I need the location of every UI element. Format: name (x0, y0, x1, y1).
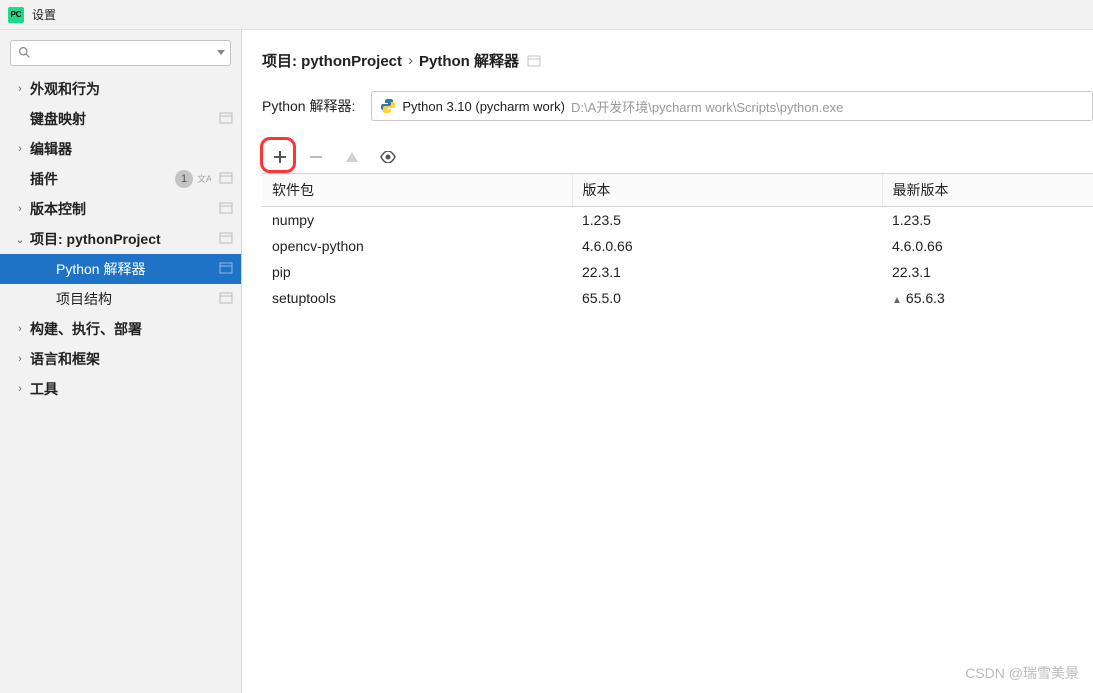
sidebar-item-8[interactable]: › 构建、执行、部署 (0, 314, 241, 344)
sidebar-item-label: 版本控制 (30, 199, 215, 219)
table-row[interactable]: setuptools65.5.0▲65.6.3 (262, 285, 1093, 311)
chevron-icon: › (14, 353, 26, 365)
badge: 1 (175, 170, 193, 188)
project-scope-icon (215, 291, 233, 308)
cell-latest: ▲65.6.3 (882, 285, 1093, 311)
sidebar-item-label: 工具 (30, 379, 233, 399)
cell-package: setuptools (262, 285, 572, 311)
breadcrumb-page: Python 解释器 (419, 50, 519, 71)
main-panel: 项目: pythonProject › Python 解释器 Python 解释… (242, 30, 1093, 693)
breadcrumb: 项目: pythonProject › Python 解释器 (262, 50, 1093, 71)
project-scope-icon (215, 231, 233, 248)
table-row[interactable]: pip22.3.122.3.1 (262, 259, 1093, 285)
sidebar-item-1[interactable]: 键盘映射 (0, 104, 241, 134)
chevron-icon: › (14, 323, 26, 335)
sidebar-item-label: 键盘映射 (30, 109, 215, 129)
interpreter-path: D:\A开发环境\pycharm work\Scripts\python.exe (571, 97, 843, 116)
sidebar-item-label: 编辑器 (30, 139, 233, 159)
breadcrumb-project: 项目: pythonProject (262, 50, 402, 71)
watermark: CSDN @瑞雪美景 (965, 663, 1079, 683)
sidebar-item-6[interactable]: Python 解释器 (0, 254, 241, 284)
interpreter-dropdown[interactable]: Python 3.10 (pycharm work) D:\A开发环境\pych… (371, 91, 1093, 121)
language-icon: 文A (197, 171, 215, 188)
sidebar-item-4[interactable]: › 版本控制 (0, 194, 241, 224)
sidebar-item-10[interactable]: › 工具 (0, 374, 241, 404)
chevron-icon: ⌄ (14, 233, 26, 246)
cell-package: numpy (262, 207, 572, 234)
window-title: 设置 (32, 6, 56, 23)
col-package[interactable]: 软件包 (262, 174, 572, 207)
cell-version: 4.6.0.66 (572, 233, 882, 259)
package-table-wrap: 软件包 版本 最新版本 numpy1.23.51.23.5opencv-pyth… (262, 173, 1093, 693)
cell-version: 22.3.1 (572, 259, 882, 285)
project-scope-icon (527, 54, 541, 68)
sidebar-item-9[interactable]: › 语言和框架 (0, 344, 241, 374)
sidebar-item-label: 项目: pythonProject (30, 229, 215, 249)
sidebar-item-label: 语言和框架 (30, 349, 233, 369)
project-scope-icon (215, 201, 233, 218)
sidebar-item-3[interactable]: 插件1 文A (0, 164, 241, 194)
interpreter-row: Python 解释器: Python 3.10 (pycharm work) D… (262, 91, 1093, 121)
col-latest[interactable]: 最新版本 (882, 174, 1093, 207)
sidebar-item-2[interactable]: › 编辑器 (0, 134, 241, 164)
interpreter-name: Python 3.10 (pycharm work) (402, 99, 565, 114)
search-box (10, 40, 231, 66)
remove-package-button[interactable] (306, 147, 326, 167)
cell-latest: 1.23.5 (882, 207, 1093, 234)
sidebar-item-5[interactable]: ⌄ 项目: pythonProject (0, 224, 241, 254)
upgrade-package-button[interactable] (342, 147, 362, 167)
table-row[interactable]: opencv-python4.6.0.664.6.0.66 (262, 233, 1093, 259)
search-icon (18, 46, 31, 59)
cell-package: opencv-python (262, 233, 572, 259)
sidebar-item-label: 构建、执行、部署 (30, 319, 233, 339)
project-scope-icon (215, 171, 233, 188)
chevron-icon: › (14, 83, 26, 95)
project-scope-icon (215, 261, 233, 278)
titlebar: 设置 (0, 0, 1093, 30)
package-table: 软件包 版本 最新版本 numpy1.23.51.23.5opencv-pyth… (262, 174, 1093, 311)
svg-text:文A: 文A (197, 173, 211, 184)
sidebar-item-label: Python 解释器 (56, 259, 215, 279)
sidebar-item-label: 外观和行为 (30, 79, 233, 99)
chevron-icon: › (14, 143, 26, 155)
cell-version: 1.23.5 (572, 207, 882, 234)
chevron-icon: › (14, 383, 26, 395)
settings-tree: › 外观和行为键盘映射 › 编辑器插件1 文A › 版本控制 ⌄ 项目: pythonProje… (0, 74, 241, 693)
eye-icon (380, 151, 396, 163)
app-icon (8, 7, 24, 23)
show-early-releases-button[interactable] (378, 147, 398, 167)
cell-package: pip (262, 259, 572, 285)
sidebar-item-7[interactable]: 项目结构 (0, 284, 241, 314)
cell-latest: 22.3.1 (882, 259, 1093, 285)
cell-latest: 4.6.0.66 (882, 233, 1093, 259)
project-scope-icon (215, 111, 233, 128)
upgrade-icon (346, 152, 358, 162)
sidebar-item-label: 插件 (30, 169, 175, 189)
table-row[interactable]: numpy1.23.51.23.5 (262, 207, 1093, 234)
col-version[interactable]: 版本 (572, 174, 882, 207)
add-package-button[interactable] (270, 147, 290, 167)
sidebar: › 外观和行为键盘映射 › 编辑器插件1 文A › 版本控制 ⌄ 项目: pythonProje… (0, 30, 242, 693)
breadcrumb-separator: › (408, 52, 413, 69)
chevron-down-icon[interactable] (217, 50, 225, 56)
upgrade-available-icon: ▲ (892, 295, 902, 306)
container: › 外观和行为键盘映射 › 编辑器插件1 文A › 版本控制 ⌄ 项目: pythonProje… (0, 30, 1093, 693)
minus-icon (309, 150, 323, 164)
package-toolbar (262, 143, 1093, 173)
sidebar-item-label: 项目结构 (56, 289, 215, 309)
chevron-icon: › (14, 203, 26, 215)
plus-icon (273, 150, 287, 164)
interpreter-label: Python 解释器: (262, 96, 355, 116)
python-icon (380, 98, 396, 114)
search-input[interactable] (10, 40, 231, 66)
sidebar-item-0[interactable]: › 外观和行为 (0, 74, 241, 104)
cell-version: 65.5.0 (572, 285, 882, 311)
